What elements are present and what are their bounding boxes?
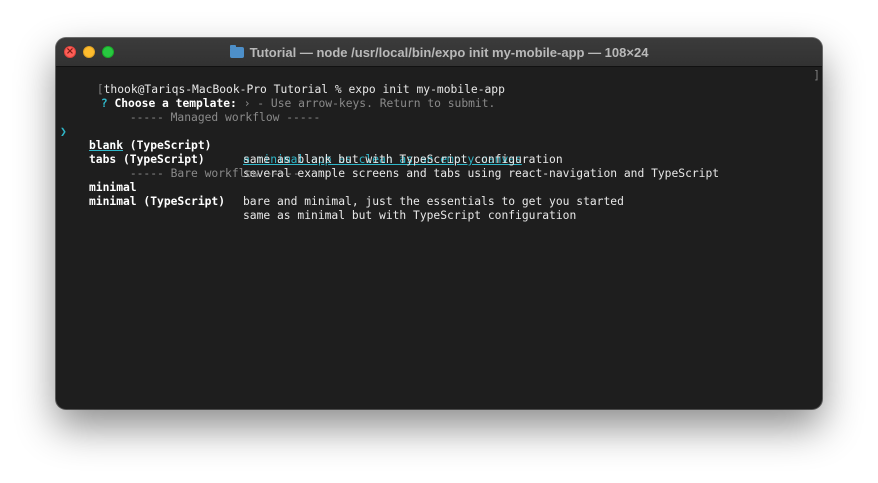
template-description: same as minimal but with TypeScript conf…: [243, 209, 577, 222]
template-option-minimal[interactable]: minimal bare and minimal, just the essen…: [56, 167, 822, 208]
template-option-blank-typescript[interactable]: blank (TypeScript) same as blank but wit…: [56, 125, 822, 166]
template-option-tabs-typescript[interactable]: tabs (TypeScript) several example screen…: [56, 139, 822, 180]
managed-workflow-separator: ----- Managed workflow -----: [89, 97, 320, 124]
window-title: Tutorial — node /usr/local/bin/expo init…: [249, 44, 649, 60]
template-option-minimal-typescript[interactable]: minimal (TypeScript) same as minimal but…: [56, 181, 822, 222]
template-option-blank[interactable]: ❯ blank a minimal app as clean as an emp…: [56, 111, 822, 166]
right-bracket: ]: [813, 69, 820, 82]
title-bar: × Tutorial — node /usr/local/bin/expo in…: [56, 38, 822, 67]
bare-workflow-separator: ----- Bare workflow -----: [89, 153, 300, 180]
question-row: ? Choose a template: › - Use arrow-keys.…: [60, 83, 496, 110]
template-description: bare and minimal, just the essentials to…: [243, 195, 624, 208]
template-name: minimal (TypeScript): [89, 195, 226, 208]
window-title-container: Tutorial — node /usr/local/bin/expo init…: [56, 38, 822, 66]
terminal-content[interactable]: [thook@Tariqs-MacBook-Pro Tutorial % exp…: [56, 67, 822, 409]
command-line-row: [thook@Tariqs-MacBook-Pro Tutorial % exp…: [56, 69, 822, 96]
folder-icon: [229, 44, 244, 58]
terminal-window: × Tutorial — node /usr/local/bin/expo in…: [56, 38, 822, 409]
